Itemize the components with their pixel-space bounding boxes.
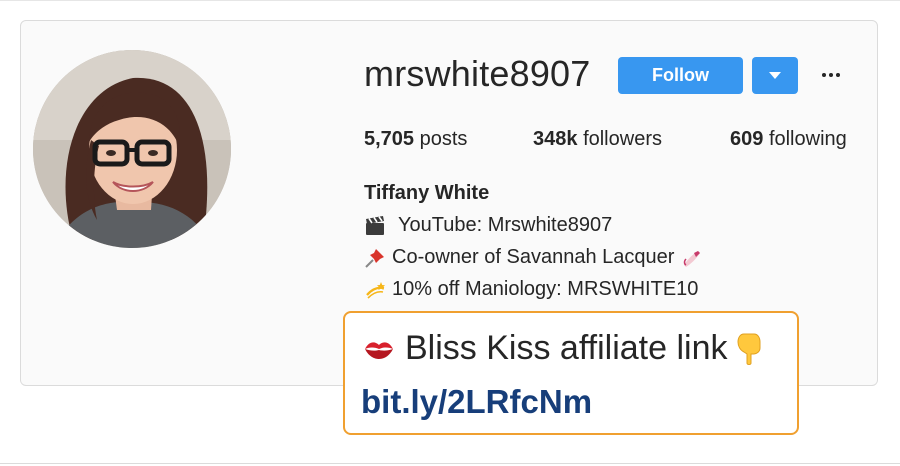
kiss-mark-icon	[365, 341, 393, 359]
stat-followers[interactable]: 348k followers	[533, 128, 662, 151]
suggested-accounts-dropdown-button[interactable]	[752, 57, 798, 94]
ellipsis-icon	[822, 73, 826, 77]
bio-line-youtube: YouTube: Mrswhite8907	[364, 214, 612, 237]
posts-count: 5,705	[364, 128, 415, 150]
affiliate-link[interactable]: bit.ly/2LRfcNm	[361, 383, 592, 421]
bio-text-coowner: Co-owner of Savannah Lacquer	[392, 246, 675, 268]
stat-following[interactable]: 609 following	[730, 128, 847, 151]
following-label: following	[768, 128, 847, 150]
bio-text-maniology: 10% off Maniology: MRSWHITE10	[392, 278, 699, 300]
username: mrswhite8907	[364, 53, 591, 94]
following-count: 609	[730, 128, 764, 150]
more-options-button[interactable]	[818, 62, 844, 88]
dizzy-icon	[366, 281, 385, 299]
avatar[interactable]	[33, 50, 231, 248]
top-divider	[0, 0, 900, 1]
nail-polish-icon	[684, 250, 701, 267]
pushpin-icon	[365, 248, 384, 268]
followers-label: followers	[583, 128, 662, 150]
full-name: Tiffany White	[364, 182, 490, 204]
bio-text-youtube: YouTube: Mrswhite8907	[398, 214, 613, 236]
stat-posts: 5,705 posts	[364, 128, 467, 151]
pointing-down-icon	[736, 333, 760, 365]
clapper-board-icon	[366, 215, 384, 235]
posts-label: posts	[419, 128, 468, 150]
follow-button[interactable]: Follow	[618, 57, 743, 94]
bio-line-coowner: Co-owner of Savannah Lacquer	[364, 246, 702, 269]
followers-count: 348k	[533, 128, 578, 150]
bottom-divider	[0, 463, 900, 464]
chevron-down-icon	[769, 72, 781, 79]
avatar-photo	[33, 50, 231, 248]
callout-title: Bliss Kiss affiliate link	[363, 329, 764, 368]
callout-title-text: Bliss Kiss affiliate link	[405, 329, 728, 367]
bio-line-maniology: 10% off Maniology: MRSWHITE10	[364, 278, 698, 301]
affiliate-link-callout: Bliss Kiss affiliate link bit.ly/2LRfcNm	[343, 311, 799, 435]
